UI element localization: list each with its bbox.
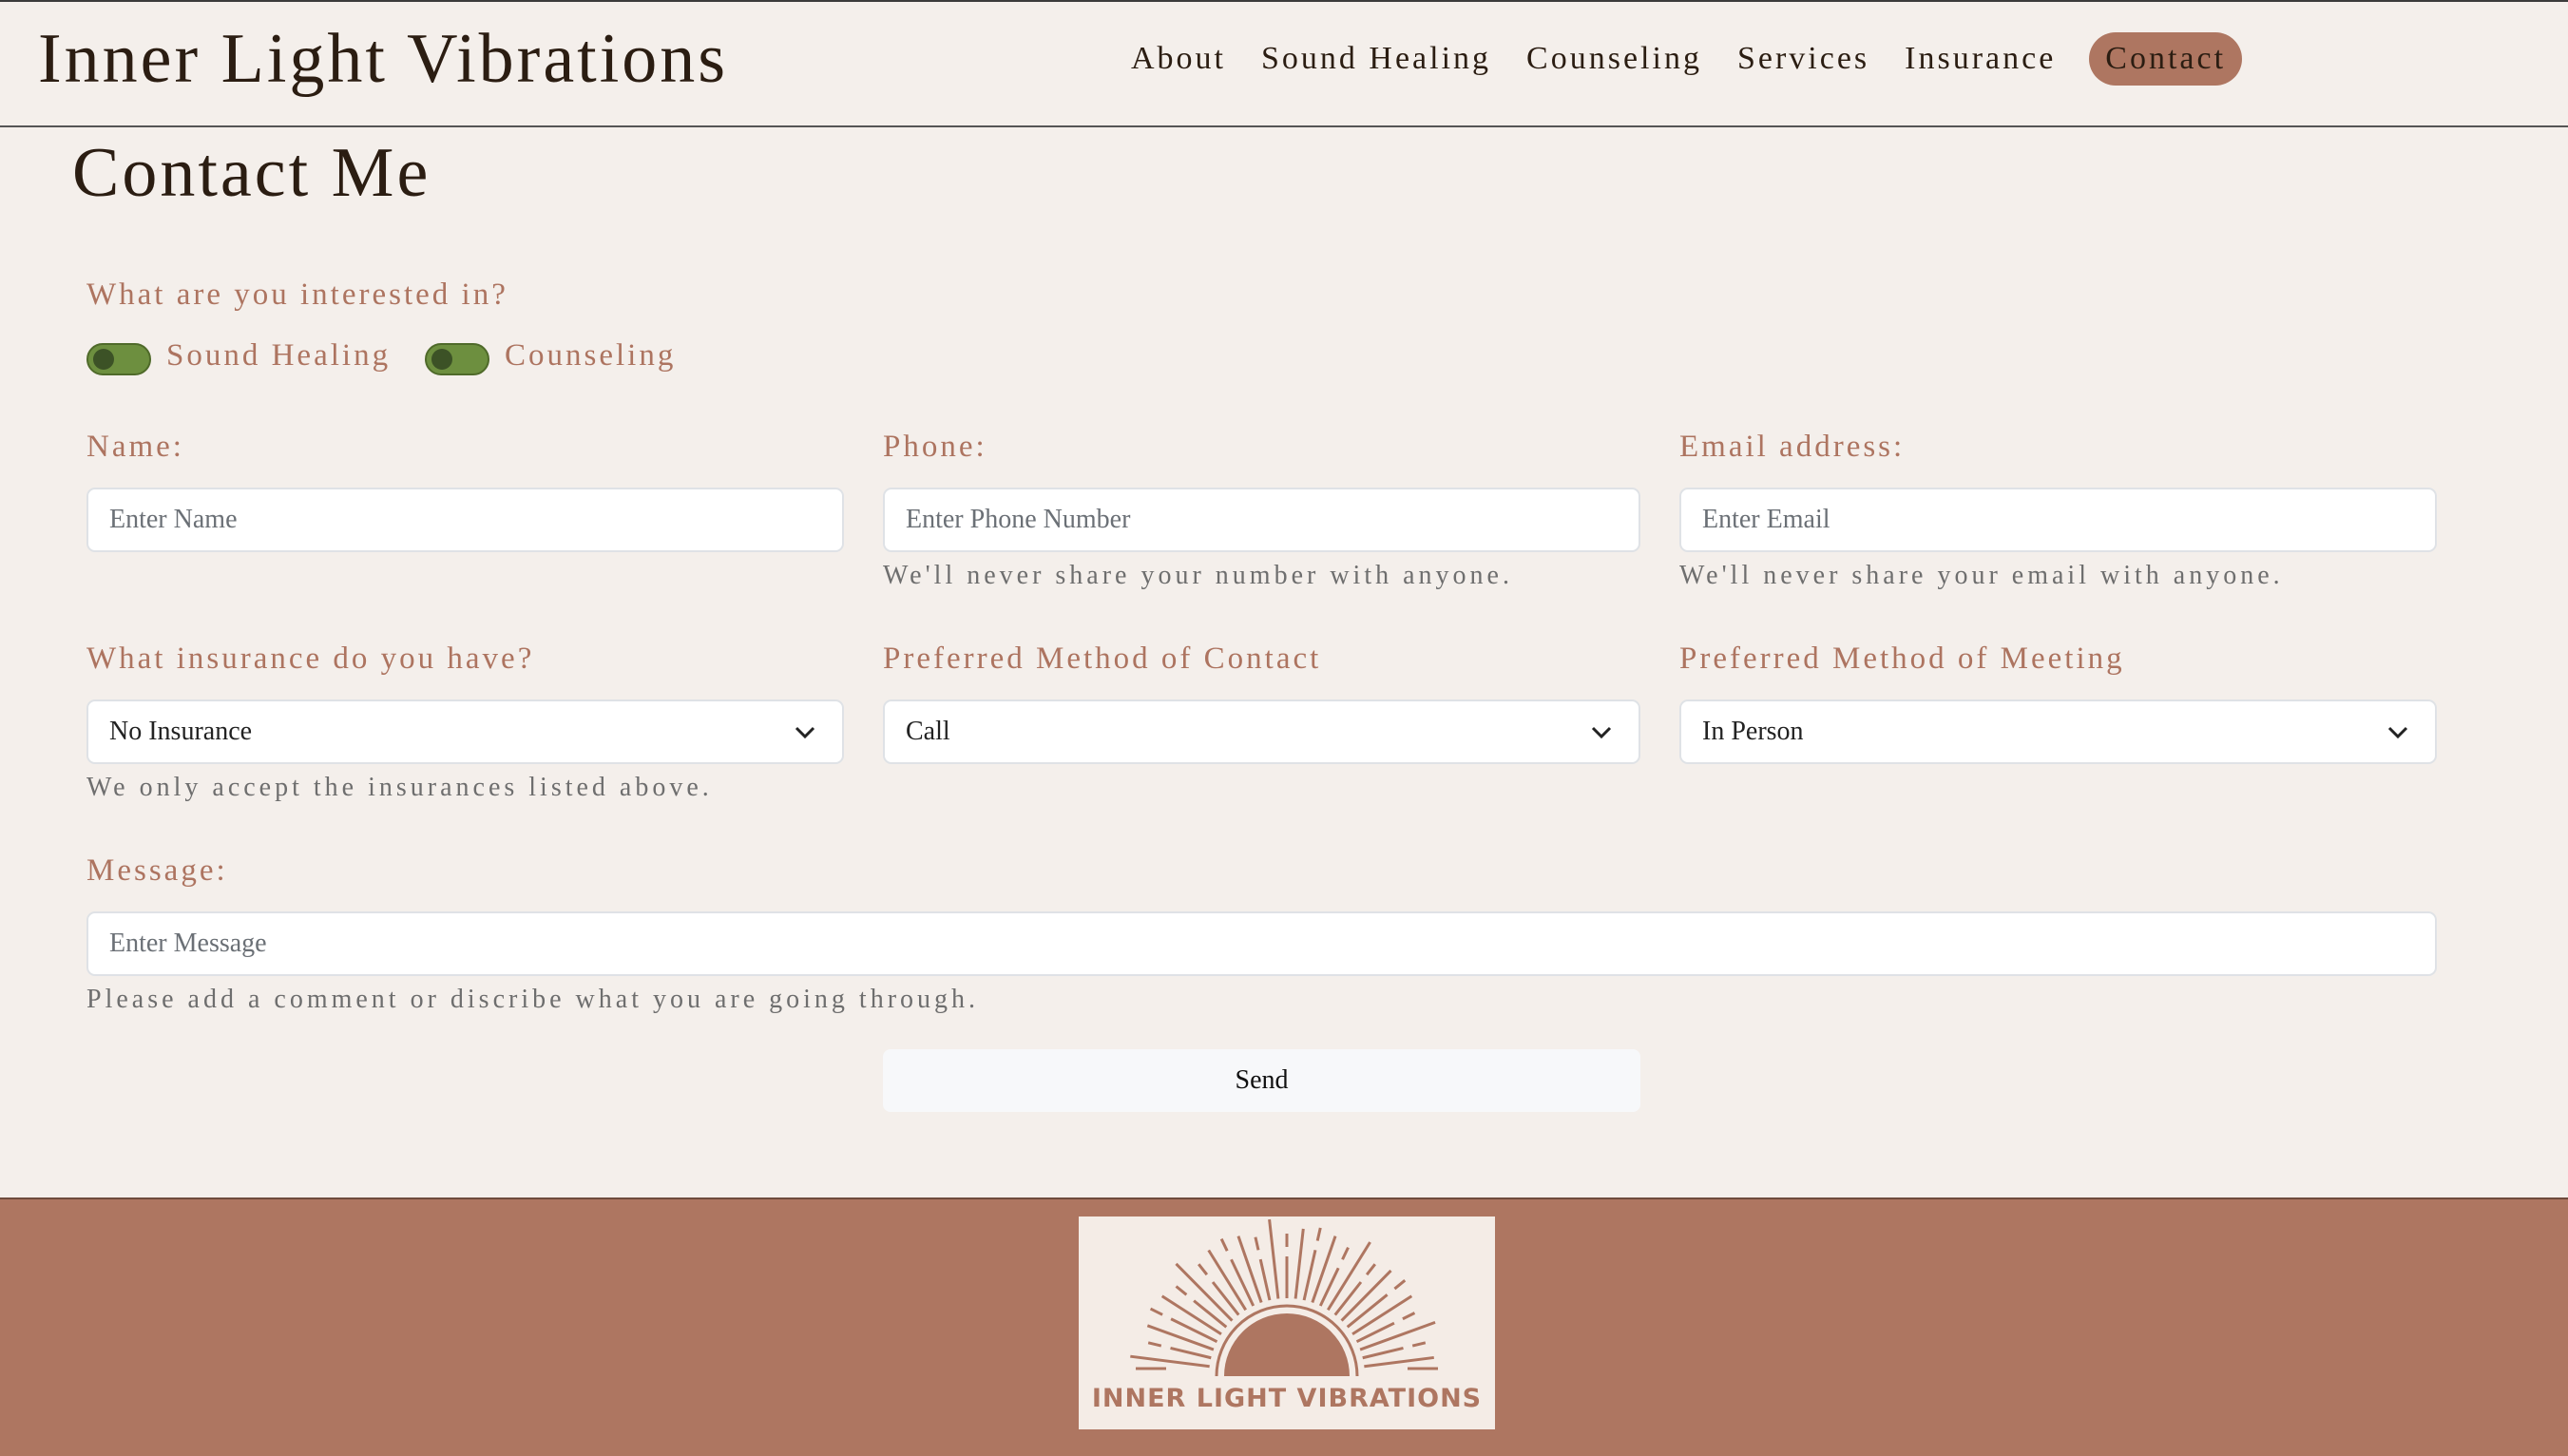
email-input[interactable] (1679, 488, 2437, 552)
sound-healing-option-label: Sound Healing (166, 338, 392, 373)
main-nav: About Sound Healing Counseling Services … (1131, 32, 2277, 86)
name-input[interactable] (86, 488, 844, 552)
footer-logo[interactable]: INNER LIGHT VIBRATIONS (1079, 1217, 1495, 1429)
contact-method-select[interactable]: Call (883, 699, 1640, 764)
insurance-label: What insurance do you have? (86, 642, 535, 676)
site-footer: INNER LIGHT VIBRATIONS (0, 1197, 2568, 1456)
phone-input[interactable] (883, 488, 1640, 552)
toggle-knob (93, 349, 114, 370)
message-help-text: Please add a comment or discribe what yo… (86, 985, 980, 1014)
phone-help-text: We'll never share your number with anyon… (883, 561, 1513, 590)
page-title: Contact Me (72, 134, 431, 212)
contact-method-select-value: Call (906, 717, 950, 746)
contact-method-label: Preferred Method of Contact (883, 642, 1322, 676)
phone-label: Phone: (883, 430, 987, 464)
email-help-text: We'll never share your email with anyone… (1679, 561, 2284, 590)
sound-healing-toggle[interactable] (86, 343, 151, 375)
message-input[interactable] (86, 911, 2437, 976)
site-brand[interactable]: Inner Light Vibrations (38, 19, 728, 100)
nav-sound-healing[interactable]: Sound Healing (1261, 32, 1491, 86)
nav-services[interactable]: Services (1737, 32, 1869, 86)
name-label: Name: (86, 430, 184, 464)
meeting-method-select-value: In Person (1702, 717, 1804, 746)
chevron-down-icon (1591, 726, 1612, 739)
counseling-toggle[interactable] (425, 343, 489, 375)
interest-label: What are you interested in? (86, 278, 508, 312)
send-button[interactable]: Send (883, 1049, 1640, 1112)
email-label: Email address: (1679, 430, 1906, 464)
chevron-down-icon (2387, 726, 2408, 739)
nav-contact[interactable]: Contact (2089, 32, 2243, 86)
counseling-option-label: Counseling (505, 338, 677, 373)
nav-insurance[interactable]: Insurance (1905, 32, 2056, 86)
insurance-select[interactable]: No Insurance (86, 699, 844, 764)
nav-about[interactable]: About (1131, 32, 1226, 86)
meeting-method-label: Preferred Method of Meeting (1679, 642, 2125, 676)
toggle-knob (431, 349, 452, 370)
insurance-help-text: We only accept the insurances listed abo… (86, 773, 713, 802)
meeting-method-select[interactable]: In Person (1679, 699, 2437, 764)
site-header: Inner Light Vibrations About Sound Heali… (0, 2, 2568, 127)
chevron-down-icon (795, 726, 815, 739)
message-label: Message: (86, 853, 228, 888)
nav-counseling[interactable]: Counseling (1526, 32, 1702, 86)
logo-text: INNER LIGHT VIBRATIONS (1091, 1384, 1483, 1413)
insurance-select-value: No Insurance (109, 717, 253, 746)
